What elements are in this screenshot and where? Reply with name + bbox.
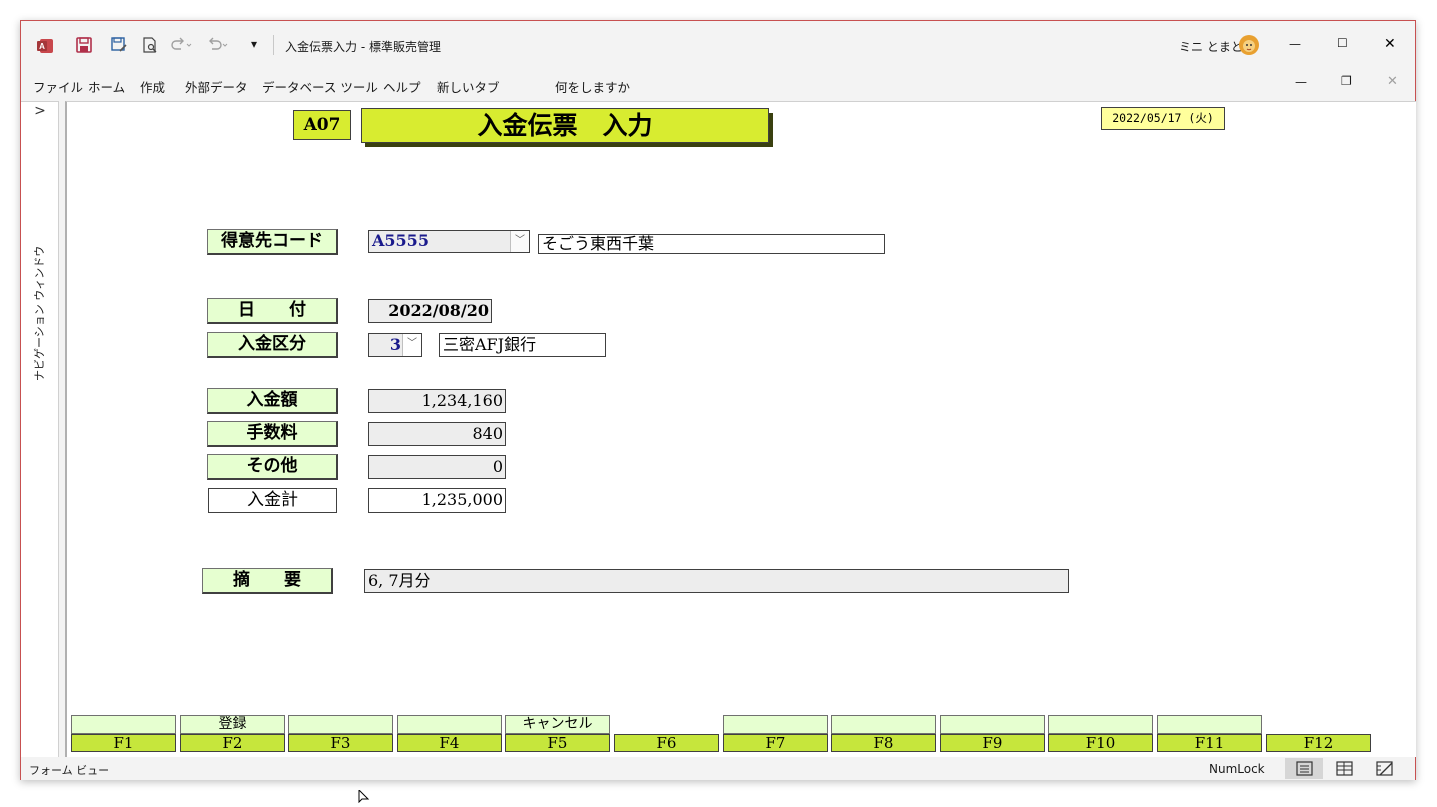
- tab-home[interactable]: ホーム: [88, 77, 125, 96]
- total-label: 入金計: [208, 488, 337, 513]
- date-label: 日 付: [207, 298, 338, 324]
- fkey-button-f11[interactable]: F11: [1157, 734, 1262, 752]
- fkey-button-f4[interactable]: F4: [397, 734, 502, 752]
- current-date-display: 2022/05/17 (火): [1101, 107, 1225, 130]
- fkey-caption-1[interactable]: [71, 715, 176, 734]
- fee-field[interactable]: 840: [368, 422, 506, 446]
- redo-icon[interactable]: [171, 37, 193, 53]
- amount-label: 入金額: [207, 388, 338, 414]
- tab-file[interactable]: ファイル: [33, 77, 83, 96]
- chevron-down-icon[interactable]: ﹀: [510, 231, 529, 252]
- customer-code-combo[interactable]: A5555 ﹀: [368, 230, 530, 253]
- fkey-button-f8[interactable]: F8: [831, 734, 936, 752]
- ribbon-tabs: ファイル ホーム 作成 外部データ データベース ツール ヘルプ 新しいタブ 何…: [21, 69, 1415, 140]
- fkey-button-f7[interactable]: F7: [723, 734, 828, 752]
- form-view-icon[interactable]: [1285, 758, 1323, 779]
- form-area: A07 入金伝票 入力 2022/05/17 (火) 得意先コード A5555 …: [65, 101, 1416, 757]
- fkey-button-f9[interactable]: F9: [940, 734, 1045, 752]
- user-name[interactable]: ミニ とまと: [1179, 38, 1243, 55]
- fkey-caption-7[interactable]: [723, 715, 828, 734]
- fkey-caption-9[interactable]: [940, 715, 1045, 734]
- other-field[interactable]: 0: [368, 455, 506, 479]
- print-preview-icon[interactable]: [142, 37, 158, 53]
- customize-qat-icon[interactable]: ▾: [251, 37, 257, 51]
- fkey-button-f2[interactable]: F2: [180, 734, 285, 752]
- fkey-caption-3[interactable]: [288, 715, 393, 734]
- fkey-caption-5[interactable]: キャンセル: [505, 715, 610, 734]
- tab-help[interactable]: ヘルプ: [383, 77, 421, 96]
- tell-me-search[interactable]: 何をしますか: [555, 77, 630, 96]
- access-app-icon[interactable]: A: [37, 38, 53, 53]
- doc-minimize-button[interactable]: —: [1295, 75, 1307, 89]
- access-window: A ▾ 入金伝票入力 - 標準販売管理 ミニ とまと — ☐ ✕ ファイル ホー…: [20, 20, 1416, 780]
- datasheet-view-icon[interactable]: [1333, 758, 1357, 779]
- close-button[interactable]: ✕: [1384, 36, 1396, 52]
- payment-type-label: 入金区分: [207, 332, 338, 358]
- window-title: 入金伝票入力 - 標準販売管理: [285, 40, 441, 54]
- date-field[interactable]: 2022/08/20: [368, 299, 492, 323]
- mouse-cursor-icon: [358, 788, 370, 804]
- payment-type-combo[interactable]: 3 ﹀: [368, 333, 422, 357]
- fkey-button-f10[interactable]: F10: [1048, 734, 1153, 752]
- fkey-caption-11[interactable]: [1157, 715, 1262, 734]
- maximize-button[interactable]: ☐: [1337, 36, 1348, 50]
- navigation-pane[interactable]: [21, 101, 59, 757]
- nav-toggle-chevron-icon[interactable]: >: [21, 101, 59, 123]
- fkey-caption-8[interactable]: [831, 715, 936, 734]
- customer-code-value: A5555: [372, 231, 429, 250]
- user-avatar-icon[interactable]: [1237, 33, 1261, 57]
- form-title: 入金伝票 入力: [361, 108, 769, 143]
- fkey-button-f1[interactable]: F1: [71, 734, 176, 752]
- title-bar: A ▾ 入金伝票入力 - 標準販売管理 ミニ とまと — ☐ ✕: [21, 21, 1415, 69]
- tab-create[interactable]: 作成: [140, 77, 165, 96]
- tab-database-tools[interactable]: データベース ツール: [262, 77, 378, 96]
- fkey-caption-2[interactable]: 登録: [180, 715, 285, 734]
- form-code-badge: A07: [293, 110, 351, 140]
- fkey-caption-4[interactable]: [397, 715, 502, 734]
- amount-field[interactable]: 1,234,160: [368, 389, 506, 413]
- status-bar: フォーム ビュー NumLock: [21, 757, 1415, 780]
- numlock-indicator: NumLock: [1209, 762, 1265, 776]
- chevron-down-icon[interactable]: ﹀: [402, 334, 421, 356]
- save-as-icon[interactable]: [111, 37, 127, 53]
- doc-restore-button[interactable]: ❐: [1341, 74, 1352, 88]
- other-label: その他: [207, 454, 338, 480]
- view-name: フォーム ビュー: [29, 764, 110, 777]
- navigation-pane-label[interactable]: ナビゲーション ウィンドウ: [31, 246, 47, 381]
- total-field: 1,235,000: [368, 488, 506, 513]
- payment-type-value: 3: [389, 335, 401, 354]
- tab-external-data[interactable]: 外部データ: [185, 77, 248, 96]
- doc-close-button[interactable]: ✕: [1387, 74, 1398, 89]
- design-view-icon[interactable]: [1373, 758, 1397, 779]
- customer-code-label: 得意先コード: [207, 229, 338, 255]
- title-separator: [273, 35, 274, 55]
- fee-label: 手数料: [207, 421, 338, 447]
- minimize-button[interactable]: —: [1289, 37, 1301, 51]
- fkey-button-f12[interactable]: F12: [1266, 734, 1371, 752]
- fkey-caption-10[interactable]: [1048, 715, 1153, 734]
- memo-field[interactable]: 6, 7月分: [364, 569, 1069, 593]
- save-icon[interactable]: [76, 37, 92, 53]
- fkey-button-f5[interactable]: F5: [505, 734, 610, 752]
- fkey-button-f3[interactable]: F3: [288, 734, 393, 752]
- undo-icon[interactable]: [207, 37, 229, 53]
- tab-new[interactable]: 新しいタブ: [437, 77, 500, 96]
- customer-name-field[interactable]: そごう東西千葉: [538, 234, 885, 254]
- memo-label: 摘 要: [202, 568, 333, 594]
- svg-text:A: A: [39, 42, 45, 51]
- fkey-button-f6[interactable]: F6: [614, 734, 719, 752]
- payment-type-name-field[interactable]: 三密AFJ銀行: [439, 333, 606, 357]
